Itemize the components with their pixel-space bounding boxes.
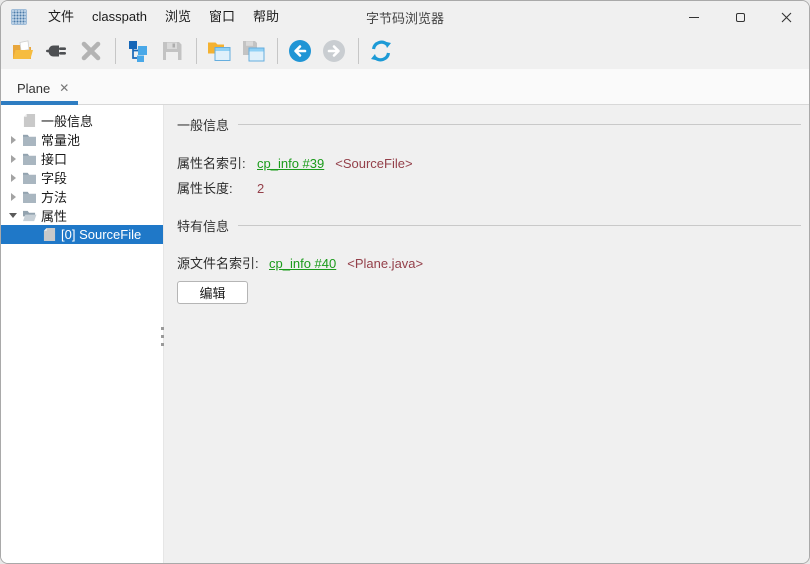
save-window-icon	[241, 39, 265, 63]
close-icon	[781, 12, 792, 23]
panel-splitter-handle[interactable]	[159, 327, 165, 346]
toolbar-separator	[277, 38, 278, 64]
reload-icon	[369, 39, 393, 63]
folder-open-icon	[21, 208, 37, 224]
toolbar-separator	[115, 38, 116, 64]
tree-item-constant-pool[interactable]: 常量池	[1, 130, 163, 149]
menu-help[interactable]: 帮助	[244, 1, 288, 33]
menu-file[interactable]: 文件	[39, 1, 83, 33]
backward-button[interactable]	[284, 36, 316, 66]
tree-item-label: 一般信息	[41, 111, 93, 130]
toolbar-separator	[196, 38, 197, 64]
tab-close-icon[interactable]: ✕	[59, 82, 69, 94]
toolbar	[1, 33, 809, 69]
caption-buttons	[671, 1, 809, 33]
plug-icon	[45, 39, 69, 63]
collapsed-expander-icon[interactable]	[5, 132, 21, 148]
save-window-button[interactable]	[237, 36, 269, 66]
field-label: 源文件名索引:	[177, 255, 269, 272]
tab-bar: Plane ✕	[1, 69, 809, 105]
folder-window-icon	[207, 39, 231, 63]
attribute-length-row: 属性长度: 2	[177, 180, 801, 197]
collapsed-expander-icon[interactable]	[5, 151, 21, 167]
field-label: 属性长度:	[177, 180, 257, 197]
back-arrow-icon	[288, 39, 312, 63]
open-in-window-button[interactable]	[203, 36, 235, 66]
cp-info-link[interactable]: cp_info #40	[269, 255, 336, 272]
document-icon	[21, 113, 37, 129]
save-disk-icon	[160, 39, 184, 63]
section-specific-info: 特有信息	[177, 216, 801, 235]
section-divider-line	[238, 225, 801, 226]
browse-structure-button[interactable]	[122, 36, 154, 66]
app-window: 字节码浏览器 文件 classpath 浏览 窗口 帮助	[0, 0, 810, 564]
tree-item-general-info[interactable]: 一般信息	[1, 111, 163, 130]
reload-button[interactable]	[365, 36, 397, 66]
menu-window[interactable]: 窗口	[200, 1, 244, 33]
save-button[interactable]	[156, 36, 188, 66]
expander-spacer	[25, 227, 41, 243]
tree-item-sourcefile[interactable]: [0] SourceFile	[1, 225, 163, 244]
titlebar: 字节码浏览器 文件 classpath 浏览 窗口 帮助	[1, 1, 809, 33]
classpath-plug-button[interactable]	[41, 36, 73, 66]
menu-browse[interactable]: 浏览	[156, 1, 200, 33]
section-divider-line	[238, 124, 801, 125]
open-class-file-button[interactable]	[7, 36, 39, 66]
maximize-icon	[736, 13, 745, 22]
folder-closed-icon	[21, 151, 37, 167]
close-button[interactable]	[763, 1, 809, 33]
minimize-button[interactable]	[671, 1, 717, 33]
tree-item-label: 字段	[41, 168, 67, 187]
toolbar-separator	[358, 38, 359, 64]
tree-item-attributes[interactable]: 属性	[1, 206, 163, 225]
minimize-icon	[689, 17, 699, 18]
app-icon	[11, 9, 27, 25]
collapsed-expander-icon[interactable]	[5, 170, 21, 186]
resolved-value: <Plane.java>	[347, 255, 423, 272]
tree-structure-icon	[126, 39, 150, 63]
cp-info-link[interactable]: cp_info #39	[257, 155, 324, 172]
tab-label: Plane	[17, 81, 50, 96]
tree-item-label: 属性	[41, 206, 67, 225]
resolved-value: <SourceFile>	[335, 155, 412, 172]
main-area: 一般信息 常量池 接口 字段	[1, 105, 809, 563]
menubar: 文件 classpath 浏览 窗口 帮助	[39, 1, 288, 33]
tree-item-label: 方法	[41, 187, 67, 206]
field-value: 2	[257, 180, 264, 197]
folder-closed-icon	[21, 189, 37, 205]
tree-item-label: 常量池	[41, 130, 80, 149]
maximize-button[interactable]	[717, 1, 763, 33]
expanded-expander-icon[interactable]	[5, 208, 21, 224]
tree-item-label: 接口	[41, 149, 67, 168]
tab-plane[interactable]: Plane ✕	[1, 72, 81, 104]
folder-closed-icon	[21, 170, 37, 186]
menu-classpath[interactable]: classpath	[83, 1, 156, 33]
close-file-button[interactable]	[75, 36, 107, 66]
section-title: 一般信息	[177, 115, 229, 134]
tree-item-interfaces[interactable]: 接口	[1, 149, 163, 168]
attribute-detail-panel: 一般信息 属性名索引: cp_info #39 <SourceFile> 属性长…	[164, 105, 809, 563]
attribute-name-index-row: 属性名索引: cp_info #39 <SourceFile>	[177, 155, 801, 172]
tree-item-fields[interactable]: 字段	[1, 168, 163, 187]
open-folder-icon	[11, 39, 35, 63]
class-structure-tree: 一般信息 常量池 接口 字段	[1, 105, 164, 563]
close-file-icon	[79, 39, 103, 63]
expander-spacer	[5, 113, 21, 129]
folder-closed-icon	[21, 132, 37, 148]
forward-button[interactable]	[318, 36, 350, 66]
edit-button[interactable]: 编辑	[177, 281, 248, 304]
forward-arrow-icon	[322, 39, 346, 63]
tree-item-methods[interactable]: 方法	[1, 187, 163, 206]
section-general-info: 一般信息	[177, 115, 801, 134]
source-file-index-row: 源文件名索引: cp_info #40 <Plane.java>	[177, 255, 801, 272]
tree-item-label: [0] SourceFile	[61, 227, 141, 242]
document-icon	[41, 227, 57, 243]
field-label: 属性名索引:	[177, 155, 257, 172]
collapsed-expander-icon[interactable]	[5, 189, 21, 205]
section-title: 特有信息	[177, 216, 229, 235]
